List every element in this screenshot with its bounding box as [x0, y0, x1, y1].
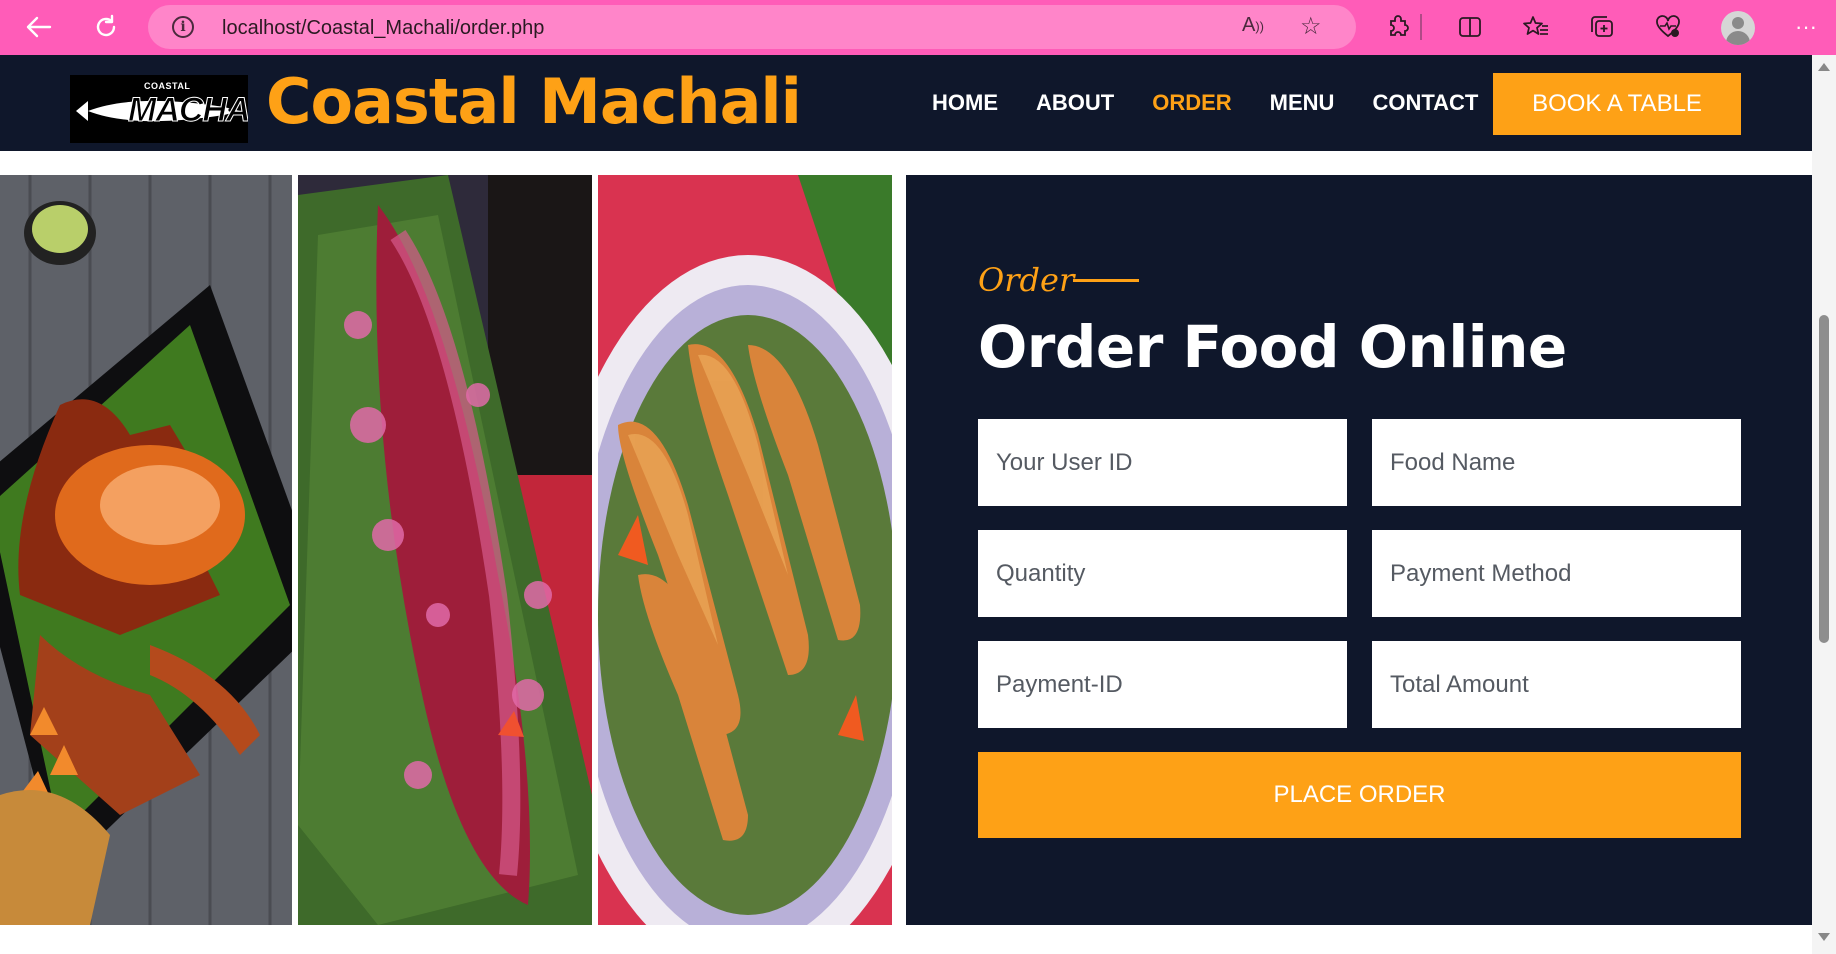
site-navbar: COASTAL MACHALI Coastal Machali HOME ABO…	[0, 55, 1812, 151]
nav-item-contact[interactable]: CONTACT	[1372, 90, 1478, 116]
url-text[interactable]: localhost/Coastal_Machali/order.php	[222, 17, 544, 40]
payment-method-input[interactable]	[1372, 530, 1741, 617]
logo-small-text: COASTAL	[144, 81, 191, 91]
extensions-icon[interactable]	[1382, 11, 1414, 43]
read-aloud-label: A	[1242, 14, 1256, 36]
nav-item-home[interactable]: HOME	[932, 90, 998, 116]
favorites-icon[interactable]	[1520, 11, 1552, 43]
heart-pulse-icon[interactable]	[1652, 11, 1684, 43]
nav-item-order[interactable]: ORDER	[1152, 90, 1231, 116]
section-tagline: Order	[978, 261, 1075, 299]
user-id-input[interactable]	[978, 419, 1347, 506]
fish-platter-image	[298, 175, 592, 925]
star-icon[interactable]: ☆	[1300, 12, 1322, 41]
quantity-input[interactable]	[978, 530, 1347, 617]
read-aloud-icon[interactable]: A))	[1242, 14, 1264, 37]
book-table-button[interactable]: BOOK A TABLE	[1493, 73, 1741, 135]
back-arrow-icon[interactable]	[22, 10, 56, 44]
scrollbar-thumb[interactable]	[1819, 315, 1829, 643]
nav-menu: HOME ABOUT ORDER MENU CONTACT	[932, 90, 1516, 116]
profile-avatar[interactable]	[1721, 11, 1755, 45]
tagline-divider	[1073, 279, 1139, 282]
crab-dish-image	[0, 175, 292, 925]
avatar-head	[1732, 17, 1744, 29]
logo-large-text: MACHALI	[128, 91, 248, 130]
page-scrollbar[interactable]	[1812, 55, 1836, 954]
section-title: Order Food Online	[978, 313, 1567, 381]
site-logo[interactable]: COASTAL MACHALI	[70, 75, 248, 143]
scroll-up-arrow-icon[interactable]	[1818, 63, 1830, 71]
avatar-body	[1726, 31, 1750, 45]
prawns-dish-image	[598, 175, 892, 925]
food-name-input[interactable]	[1372, 419, 1741, 506]
nav-item-about[interactable]: ABOUT	[1036, 90, 1114, 116]
refresh-icon[interactable]	[89, 10, 123, 44]
total-amount-input[interactable]	[1372, 641, 1741, 728]
collections-icon[interactable]	[1586, 11, 1618, 43]
place-order-button[interactable]: PLACE ORDER	[978, 752, 1741, 838]
brand-name[interactable]: Coastal Machali	[266, 65, 802, 138]
browser-toolbar: i localhost/Coastal_Machali/order.php A)…	[0, 0, 1836, 55]
more-icon[interactable]: ···	[1790, 11, 1822, 43]
info-icon[interactable]: i	[172, 16, 194, 38]
payment-id-input[interactable]	[978, 641, 1347, 728]
split-screen-icon[interactable]	[1454, 11, 1486, 43]
toolbar-divider	[1420, 14, 1422, 40]
address-bar[interactable]: i localhost/Coastal_Machali/order.php A)…	[148, 5, 1356, 49]
nav-item-menu[interactable]: MENU	[1270, 90, 1335, 116]
read-aloud-speaker-icon: ))	[1255, 19, 1265, 34]
scroll-down-arrow-icon[interactable]	[1818, 933, 1830, 941]
order-form-panel: Order Order Food Online PLACE ORDER	[906, 175, 1812, 925]
